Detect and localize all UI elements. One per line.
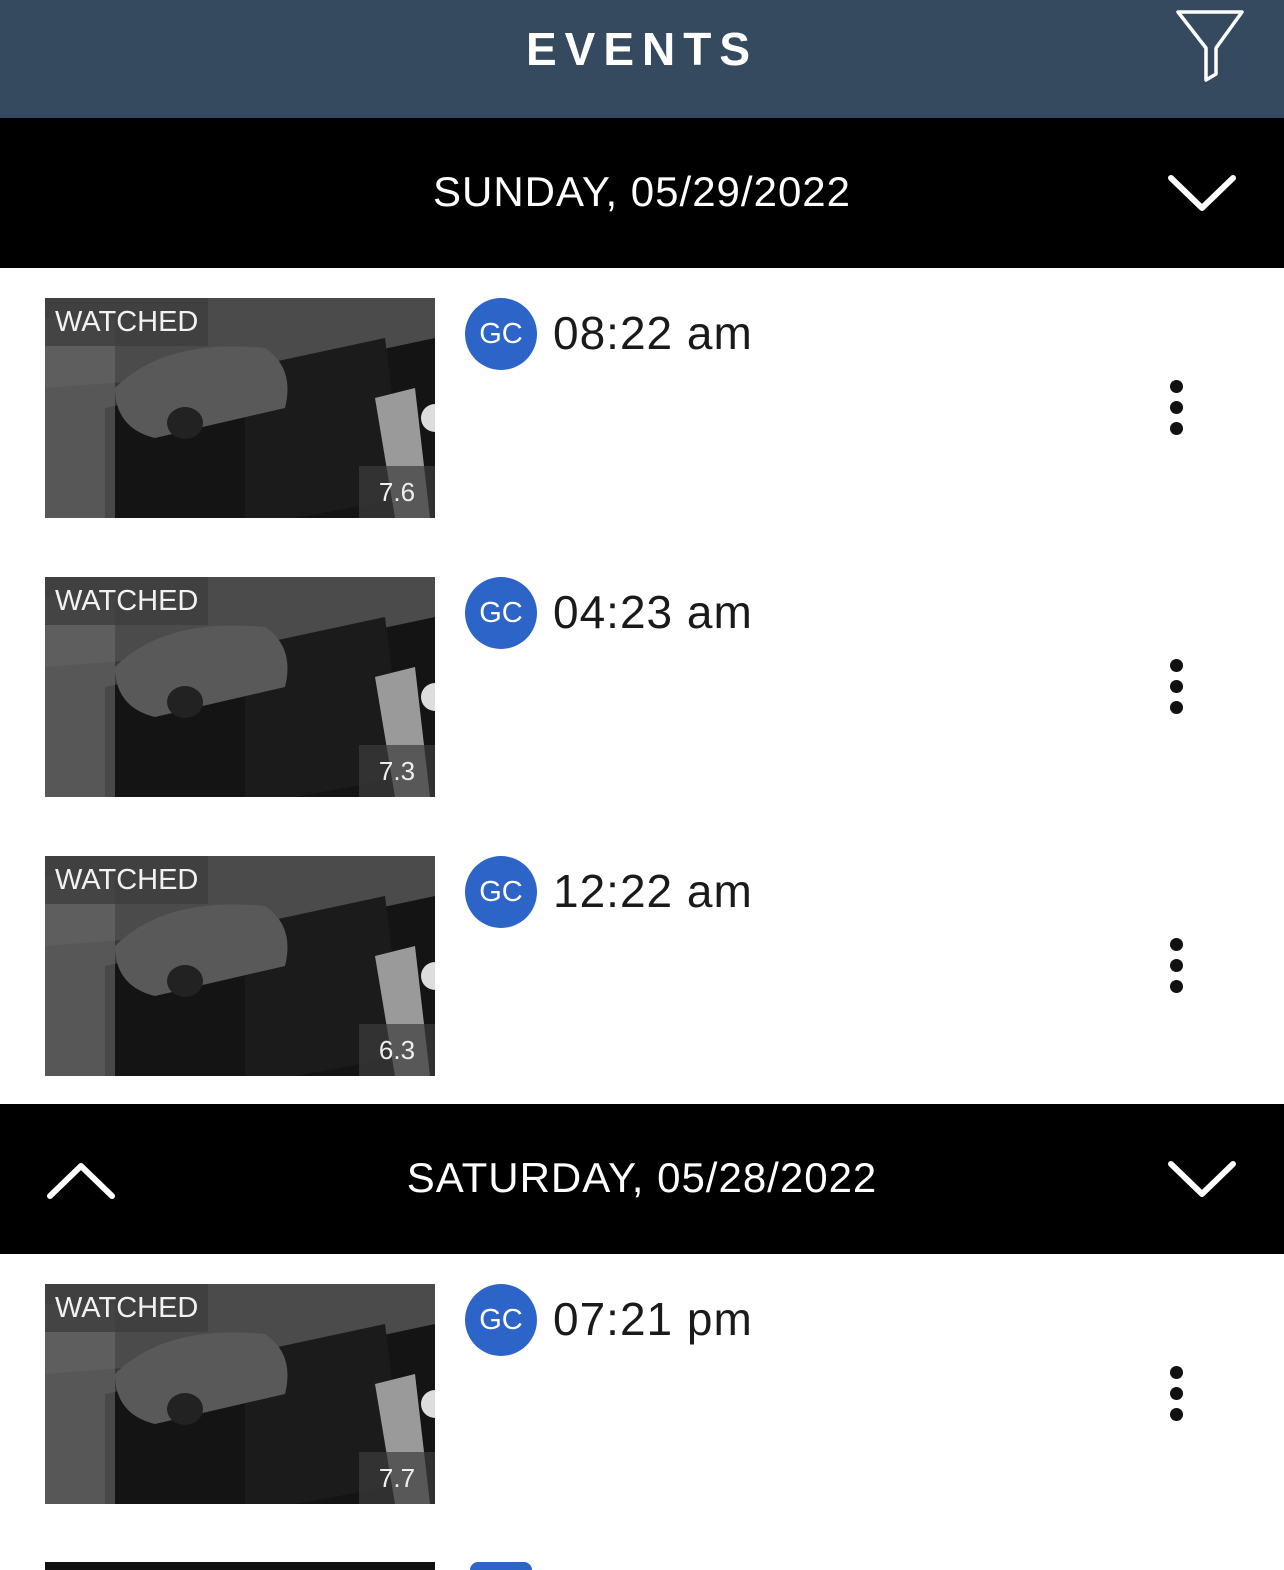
event-row[interactable]: WATCHED 6.3 GC 12:22 am <box>0 856 1284 1076</box>
event-thumbnail[interactable]: WATCHED 6.3 <box>45 856 435 1076</box>
event-time: 12:22 am <box>553 865 753 917</box>
day-date: SATURDAY, 05/28/2022 <box>406 1154 878 1201</box>
event-row[interactable]: WATCHED 7.7 GC 07:21 pm <box>0 1284 1284 1504</box>
event-row[interactable]: WATCHED 7.3 GC 04:23 am <box>0 577 1284 797</box>
avatar: GC <box>465 577 537 649</box>
chevron-down-icon[interactable] <box>1166 1158 1238 1202</box>
more-vertical-icon <box>1170 938 1183 951</box>
watched-badge: WATCHED <box>45 856 209 904</box>
duration-label: 6.3 <box>359 1024 435 1076</box>
event-thumbnail[interactable]: WATCHED 7.3 <box>45 577 435 797</box>
more-vertical-icon <box>1170 380 1183 393</box>
watched-badge: WATCHED <box>45 577 209 625</box>
day-header-saturday[interactable]: SATURDAY, 05/28/2022 <box>0 1104 1284 1254</box>
duration-label: 7.7 <box>359 1452 435 1504</box>
more-options-button[interactable] <box>1157 938 1197 994</box>
more-options-button[interactable] <box>1157 1366 1197 1422</box>
duration-label: 7.3 <box>359 745 435 797</box>
event-time: 07:21 pm <box>553 1293 753 1345</box>
top-app-bar: EVENTS <box>0 0 1284 118</box>
day-header-sunday[interactable]: SUNDAY, 05/29/2022 <box>0 118 1284 268</box>
chevron-down-icon[interactable] <box>1166 172 1238 216</box>
more-vertical-icon <box>1170 659 1183 672</box>
event-thumbnail[interactable]: WATCHED 7.6 <box>45 298 435 518</box>
event-thumbnail-partial[interactable] <box>45 1562 435 1570</box>
more-options-button[interactable] <box>1157 380 1197 436</box>
watched-badge: WATCHED <box>45 1284 209 1332</box>
duration-label: 7.6 <box>359 466 435 518</box>
page-title: EVENTS <box>525 23 759 75</box>
avatar: GC <box>465 1284 537 1356</box>
avatar-partial <box>470 1562 532 1570</box>
more-options-button[interactable] <box>1157 659 1197 715</box>
event-time: 04:23 am <box>553 586 753 638</box>
filter-icon <box>1176 10 1244 82</box>
day-date: SUNDAY, 05/29/2022 <box>432 168 852 215</box>
more-vertical-icon <box>1170 1366 1183 1379</box>
watched-badge: WATCHED <box>45 298 209 346</box>
avatar: GC <box>465 298 537 370</box>
event-thumbnail[interactable]: WATCHED 7.7 <box>45 1284 435 1504</box>
avatar: GC <box>465 856 537 928</box>
filter-button[interactable] <box>1172 8 1248 86</box>
event-row[interactable]: WATCHED 7.6 GC 08:22 am <box>0 298 1284 518</box>
event-time: 08:22 am <box>553 307 753 359</box>
